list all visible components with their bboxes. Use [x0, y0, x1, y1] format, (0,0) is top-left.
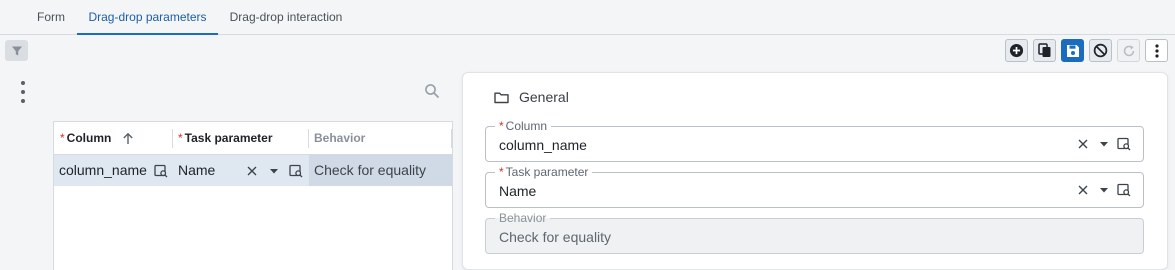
- required-marker: *: [60, 131, 65, 145]
- lookup-button[interactable]: [1117, 183, 1131, 197]
- field-label: * Task parameter: [495, 165, 593, 179]
- column-header-column[interactable]: * Column: [60, 122, 111, 155]
- column-header-behavior[interactable]: Behavior: [314, 122, 365, 155]
- tab-drag-drop-parameters[interactable]: Drag-drop parameters: [77, 0, 218, 35]
- column-resizer[interactable]: [308, 129, 309, 148]
- field-label: Behavior: [495, 211, 551, 225]
- section-title: General: [519, 89, 569, 105]
- column-header-label: Column: [66, 131, 112, 145]
- required-marker: *: [499, 165, 504, 179]
- save-button[interactable]: [1061, 39, 1084, 62]
- refresh-button[interactable]: [1117, 39, 1140, 62]
- clear-button[interactable]: [1078, 139, 1088, 149]
- dropdown-arrow-icon: [1100, 142, 1108, 147]
- save-icon: [1066, 44, 1079, 57]
- behavior-field: Behavior Check for equality: [485, 211, 1144, 254]
- required-marker: *: [178, 131, 183, 145]
- refresh-icon: [1123, 44, 1134, 56]
- lookup-icon[interactable]: [154, 164, 168, 178]
- dropdown-arrow-icon: [1100, 188, 1108, 193]
- field-value: Check for equality: [499, 229, 612, 245]
- cell-behavior[interactable]: Check for equality: [309, 155, 452, 186]
- filter-button[interactable]: [5, 40, 28, 61]
- column-resizer[interactable]: [172, 129, 173, 148]
- dropdown-arrow-icon[interactable]: [270, 169, 278, 174]
- sort-ascending-icon[interactable]: [122, 132, 134, 145]
- clear-icon: [1078, 185, 1088, 195]
- search-icon[interactable]: [424, 83, 440, 99]
- section-header-general[interactable]: General: [494, 88, 569, 106]
- lookup-button[interactable]: [1117, 137, 1131, 151]
- field-label: * Column: [495, 119, 552, 133]
- lookup-icon: [1117, 183, 1131, 197]
- required-marker: *: [499, 119, 504, 133]
- add-button[interactable]: [1005, 39, 1028, 62]
- clear-icon[interactable]: [247, 166, 257, 176]
- clear-icon: [1078, 139, 1088, 149]
- dot: [21, 99, 25, 103]
- grid-header: * Column * Task parameter Behavior: [54, 122, 452, 155]
- more-vertical-icon: [1154, 43, 1159, 58]
- cell-task-parameter[interactable]: Name: [178, 155, 215, 186]
- dropdown-button[interactable]: [1100, 188, 1108, 193]
- dot: [21, 81, 25, 85]
- field-value[interactable]: Name: [499, 182, 536, 200]
- field-value[interactable]: column_name: [499, 136, 587, 154]
- table-row[interactable]: column_name Name Check for equality: [54, 155, 452, 186]
- cancel-button[interactable]: [1089, 39, 1112, 62]
- copy-icon: [1037, 43, 1050, 57]
- field-label-text: Column: [505, 119, 548, 133]
- lookup-icon[interactable]: [289, 164, 303, 178]
- copy-button[interactable]: [1033, 39, 1056, 62]
- clear-button[interactable]: [1078, 185, 1088, 195]
- lookup-icon: [1117, 137, 1131, 151]
- column-resizer[interactable]: [451, 129, 452, 148]
- field-label-text: Task parameter: [505, 165, 589, 179]
- parameters-grid: * Column * Task parameter Behavior column_…: [53, 121, 453, 270]
- cell-column[interactable]: column_name: [59, 155, 147, 186]
- task-parameter-field[interactable]: * Task parameter Name: [485, 165, 1144, 208]
- column-field[interactable]: * Column column_name: [485, 119, 1144, 162]
- filter-icon: [11, 46, 22, 55]
- tab-form[interactable]: Form: [28, 0, 74, 35]
- column-header-label: Task parameter: [184, 131, 273, 145]
- folder-icon: [494, 92, 509, 103]
- cancel-icon: [1093, 43, 1108, 58]
- dropdown-button[interactable]: [1100, 142, 1108, 147]
- column-header-task-parameter[interactable]: * Task parameter: [178, 122, 273, 155]
- add-circle-icon: [1009, 43, 1024, 58]
- tab-drag-drop-interaction[interactable]: Drag-drop interaction: [222, 0, 350, 35]
- dot: [21, 90, 25, 94]
- tab-bar: Form Drag-drop parameters Drag-drop inte…: [0, 0, 1175, 35]
- more-options-button[interactable]: [1145, 39, 1168, 62]
- grid-menu-button[interactable]: [17, 81, 29, 103]
